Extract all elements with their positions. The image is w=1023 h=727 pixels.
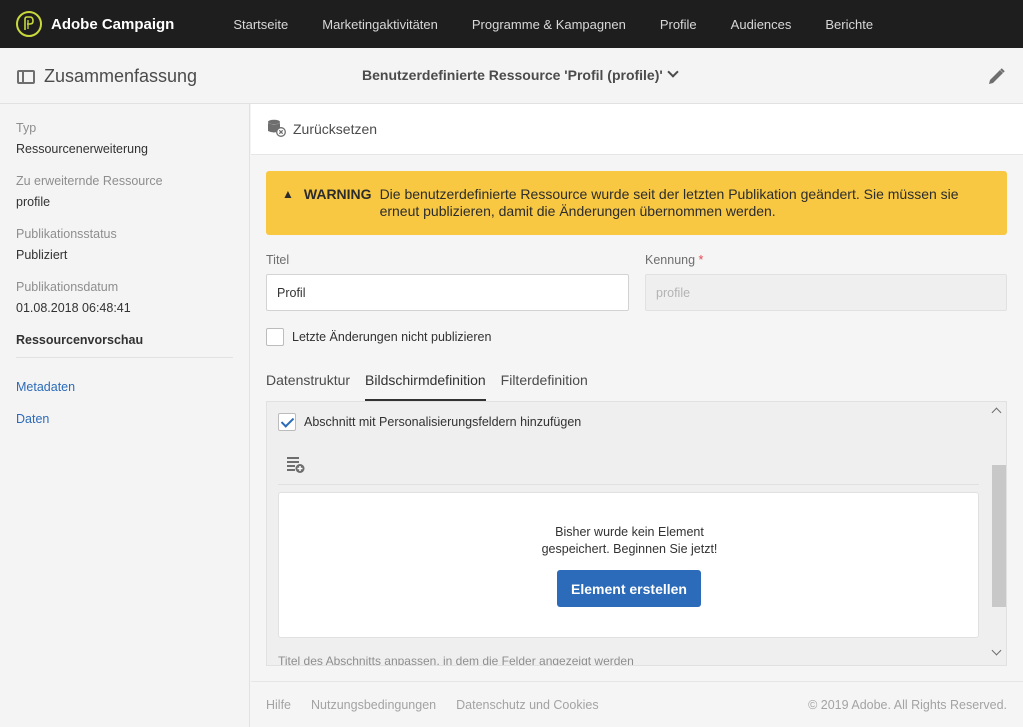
nav-item-berichte[interactable]: Berichte (825, 17, 873, 32)
no-publish-checkbox-row[interactable]: Letzte Änderungen nicht publizieren (266, 328, 491, 346)
no-publish-label: Letzte Änderungen nicht publizieren (292, 330, 492, 344)
prop-publication-status: Publikationsstatus Publiziert (16, 227, 233, 262)
empty-state-text: Bisher wurde kein Element gespeichert. B… (279, 524, 980, 558)
database-reset-icon (267, 119, 286, 140)
scroll-down-icon[interactable] (991, 645, 1002, 656)
prop-label: Zu erweiternde Ressource (16, 174, 163, 188)
empty-state-line-2: gespeichert. Beginnen Sie jetzt! (541, 542, 718, 556)
add-section-checkbox[interactable] (278, 413, 296, 431)
footer-link-datenschutz[interactable]: Datenschutz und Cookies (456, 698, 598, 712)
main-nav: Startseite Marketingaktivitäten Programm… (233, 17, 907, 32)
nav-item-startseite[interactable]: Startseite (233, 17, 288, 32)
tab-bildschirmdefinition[interactable]: Bildschirmdefinition (365, 366, 486, 401)
footer-link-hilfe[interactable]: Hilfe (266, 698, 291, 712)
no-publish-checkbox[interactable] (266, 328, 284, 346)
summary-toggle[interactable]: Zusammenfassung (17, 66, 197, 87)
title-input-value: Profil (277, 285, 306, 300)
id-input-placeholder: profile (656, 285, 691, 300)
divider (278, 484, 979, 485)
prop-resource: Zu erweiternde Ressource profile (16, 174, 233, 209)
reset-button[interactable]: Zurücksetzen (251, 104, 1023, 155)
tab-filterdefinition[interactable]: Filterdefinition (501, 366, 588, 401)
sidebar-link-metadaten[interactable]: Metadaten (16, 380, 233, 394)
section-title-hint: Titel des Abschnitts anpassen, in dem di… (278, 654, 634, 666)
nav-item-audiences[interactable]: Audiences (731, 17, 792, 32)
summary-title: Zusammenfassung (44, 66, 198, 86)
definition-tabs: Datenstruktur Bildschirmdefinition Filte… (266, 366, 603, 401)
page-header: Zusammenfassung Benutzerdefinierte Resso… (0, 48, 1023, 104)
create-element-button[interactable]: Element erstellen (557, 570, 701, 607)
prop-value: 01.08.2018 06:48:41 (16, 301, 131, 315)
panel-scrollbar[interactable] (989, 402, 1006, 665)
title-input[interactable]: Profil (266, 274, 629, 311)
required-marker: * (698, 253, 704, 267)
screen-definition-panel: Abschnitt mit Personalisierungsfeldern h… (266, 401, 1007, 666)
main-content: Zurücksetzen ▲ WARNING Die benutzerdefin… (251, 104, 1023, 727)
reset-label: Zurücksetzen (293, 121, 378, 137)
brand-name: Adobe Campaign (51, 15, 175, 33)
prop-label: Publikationsdatum (16, 280, 119, 294)
top-navigation-bar: Adobe Campaign Startseite Marketingaktiv… (0, 0, 1023, 48)
footer: Hilfe Nutzungsbedingungen Datenschutz un… (251, 681, 1023, 727)
summary-sidebar: Typ Ressourcenerweiterung Zu erweiternde… (0, 104, 250, 727)
empty-state-line-1: Bisher wurde kein Element (555, 525, 704, 539)
panel-icon (17, 69, 35, 84)
footer-link-nutzungsbedingungen[interactable]: Nutzungsbedingungen (311, 698, 436, 712)
title-label: Titel (266, 253, 290, 267)
add-section-label: Abschnitt mit Personalisierungsfeldern h… (304, 415, 582, 429)
id-input: profile (645, 274, 1007, 311)
prop-value: profile (16, 195, 51, 209)
edit-pencil-icon[interactable] (985, 66, 1007, 88)
warning-text: Die benutzerdefinierte Ressource wurde s… (379, 186, 959, 219)
id-label: Kennung * (645, 253, 703, 267)
warning-icon: ▲ (282, 187, 294, 201)
adobe-campaign-logo-icon (16, 11, 42, 37)
add-element-icon[interactable] (285, 455, 307, 475)
warning-title: WARNING (303, 186, 372, 202)
resource-preview-heading: Ressourcenvorschau (16, 333, 233, 358)
tab-datenstruktur[interactable]: Datenstruktur (266, 366, 350, 401)
brand[interactable]: Adobe Campaign (16, 11, 174, 37)
copyright: © 2019 Adobe. All Rights Reserved. (808, 698, 1007, 712)
prop-value: Publiziert (16, 248, 68, 262)
add-section-checkbox-row[interactable]: Abschnitt mit Personalisierungsfeldern h… (278, 413, 581, 431)
id-label-text: Kennung (645, 253, 696, 267)
resource-title: Benutzerdefinierte Ressource 'Profil (pr… (362, 67, 663, 83)
prop-publication-date: Publikationsdatum 01.08.2018 06:48:41 (16, 280, 233, 315)
prop-label: Typ (16, 121, 37, 135)
resource-title-dropdown[interactable]: Benutzerdefinierte Ressource 'Profil (pr… (362, 66, 679, 83)
warning-banner: ▲ WARNING Die benutzerdefinierte Ressour… (266, 171, 1007, 235)
prop-value: Ressourcenerweiterung (16, 142, 149, 156)
scroll-up-icon[interactable] (991, 407, 1002, 418)
nav-item-profile[interactable]: Profile (660, 17, 697, 32)
prop-label: Publikationsstatus (16, 227, 117, 241)
prop-type: Typ Ressourcenerweiterung (16, 121, 233, 156)
nav-item-programme-kampagnen[interactable]: Programme & Kampagnen (472, 17, 626, 32)
sidebar-link-daten[interactable]: Daten (16, 412, 233, 426)
chevron-down-icon (667, 66, 679, 78)
nav-item-marketingaktivitaeten[interactable]: Marketingaktivitäten (322, 17, 438, 32)
scrollbar-thumb[interactable] (992, 465, 1006, 607)
empty-state-card: Bisher wurde kein Element gespeichert. B… (278, 492, 979, 638)
